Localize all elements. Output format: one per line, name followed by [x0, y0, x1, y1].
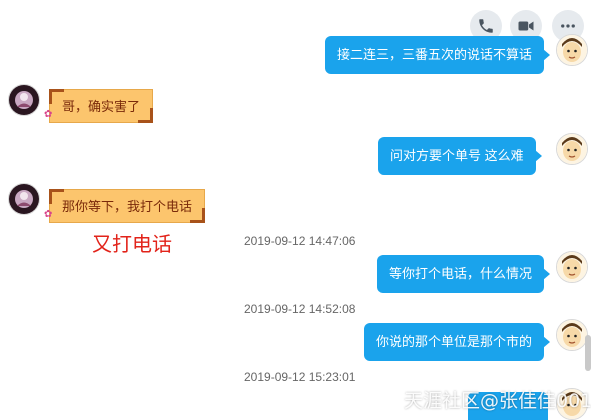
- my-avatar[interactable]: [556, 319, 588, 351]
- watermark-text: 天涯社区@张佳佳001: [404, 390, 591, 412]
- phone-icon: [479, 19, 493, 33]
- cartoon-face-icon: [557, 252, 587, 282]
- cartoon-face-icon: [557, 320, 587, 350]
- contact-photo-icon: [9, 184, 39, 214]
- message-text: 哥，确实害了: [62, 99, 141, 114]
- video-camera-icon: [518, 21, 534, 31]
- more-options-icon: [561, 24, 575, 28]
- message-bubble-outgoing[interactable]: 接二连三，三番五次的说话不算话: [325, 36, 551, 74]
- contact-photo-icon: [9, 85, 39, 115]
- message-timestamp: 2019-09-12 14:47:06: [244, 234, 356, 248]
- my-avatar[interactable]: [556, 133, 588, 165]
- message-bubble-incoming[interactable]: ✿ 哥，确实害了: [44, 89, 154, 123]
- red-annotation-text: 又打电话: [92, 232, 172, 256]
- message-bubble-outgoing[interactable]: 你说的那个单位是那个市的: [364, 323, 551, 361]
- flower-decoration-icon: ✿: [44, 109, 53, 120]
- message-bubble-outgoing[interactable]: 问对方要个单号 这么难: [378, 137, 542, 175]
- message-text: 那你等下，我打个电话: [62, 199, 193, 214]
- message-bubble-incoming[interactable]: ✿ 那你等下，我打个电话: [44, 189, 206, 223]
- contact-avatar[interactable]: [8, 183, 40, 215]
- message-timestamp: 2019-09-12 14:52:08: [244, 302, 356, 316]
- message-timestamp: 2019-09-12 15:23:01: [244, 370, 356, 384]
- scrollbar-thumb[interactable]: [585, 335, 591, 371]
- contact-avatar[interactable]: [8, 84, 40, 116]
- cartoon-face-icon: [557, 35, 587, 65]
- flower-decoration-icon: ✿: [44, 209, 53, 220]
- cartoon-face-icon: [557, 134, 587, 164]
- message-bubble-outgoing[interactable]: 等你打个电话，什么情况: [377, 255, 551, 293]
- my-avatar[interactable]: [556, 251, 588, 283]
- my-avatar[interactable]: [556, 34, 588, 66]
